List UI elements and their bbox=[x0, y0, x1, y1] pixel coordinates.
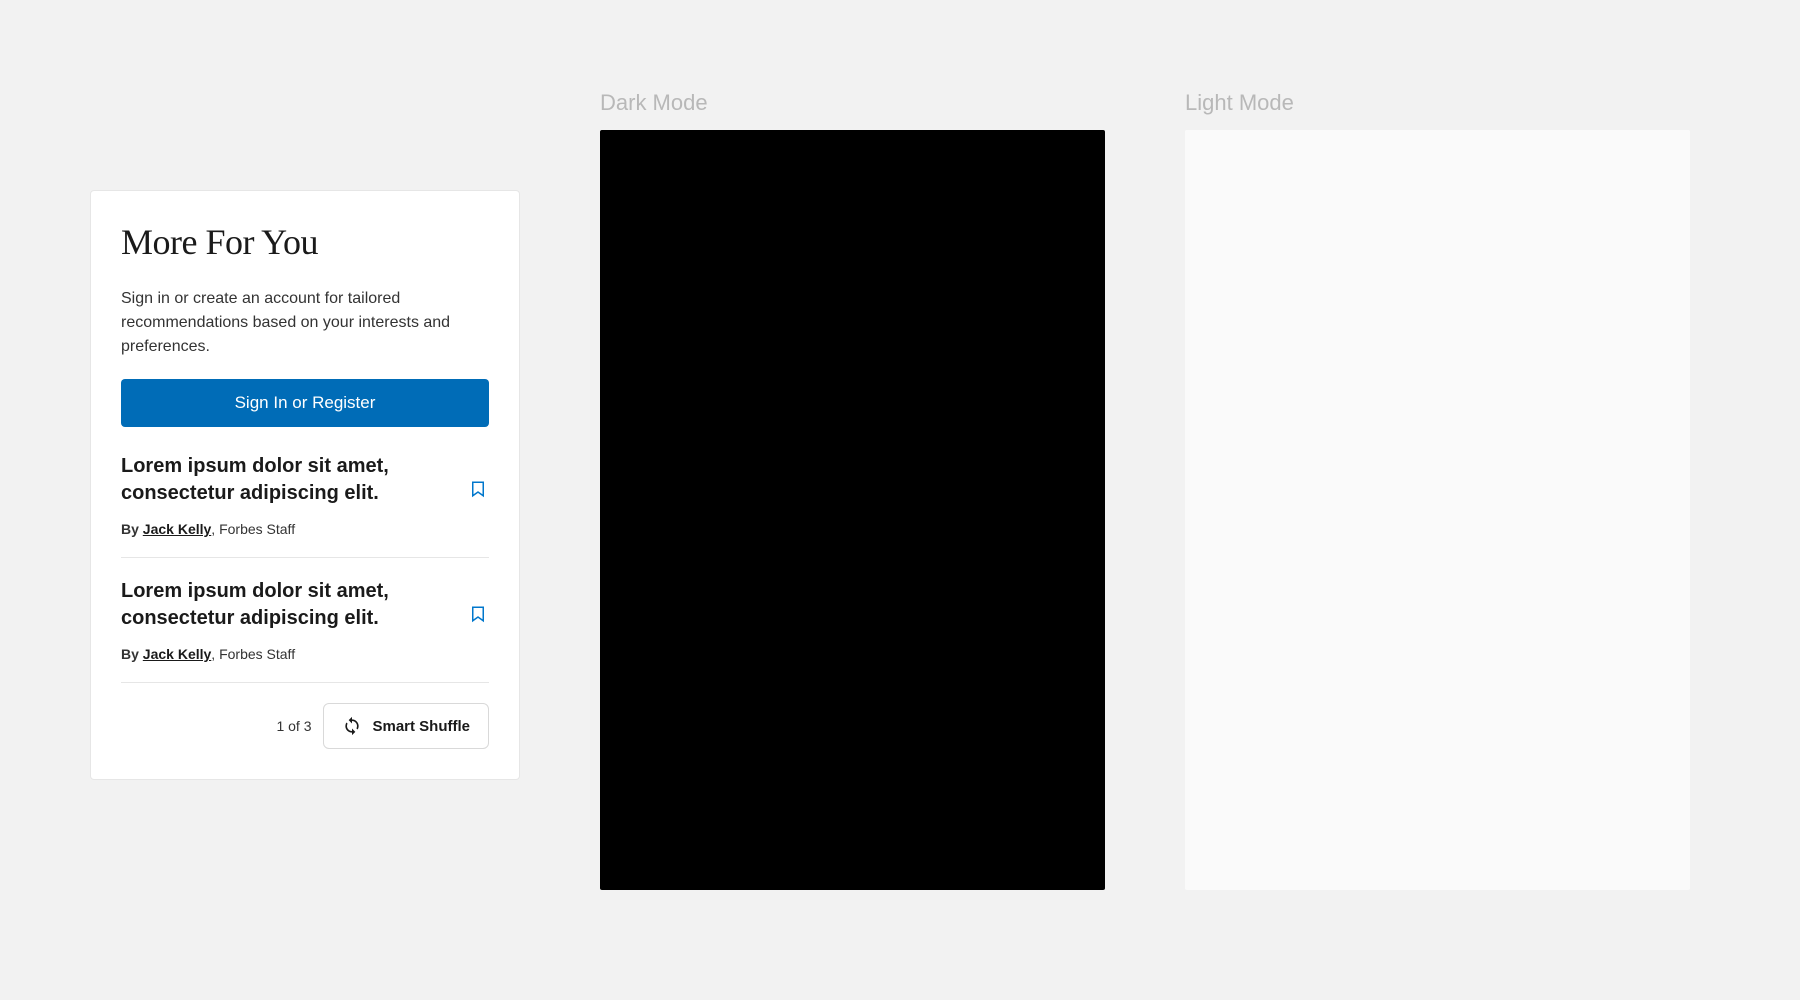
article-byline: By Jack Kelly, Forbes Staff bbox=[121, 521, 449, 537]
article-item: Lorem ipsum dolor sit amet, consectetur … bbox=[121, 453, 489, 558]
card-title: More For You bbox=[121, 221, 489, 263]
author-role: , Forbes Staff bbox=[211, 521, 295, 537]
article-item: Lorem ipsum dolor sit amet, consectetur … bbox=[121, 578, 489, 683]
dark-mode-label: Dark Mode bbox=[600, 90, 1105, 116]
light-mode-preview-column: Light Mode bbox=[1185, 90, 1690, 890]
article-author-link[interactable]: Jack Kelly bbox=[143, 521, 212, 537]
by-prefix: By bbox=[121, 521, 143, 537]
card-footer: 1 of 3 Smart Shuffle bbox=[121, 703, 489, 749]
card-description: Sign in or create an account for tailore… bbox=[121, 287, 489, 359]
article-byline: By Jack Kelly, Forbes Staff bbox=[121, 646, 449, 662]
smart-shuffle-button[interactable]: Smart Shuffle bbox=[323, 703, 489, 749]
dark-mode-panel bbox=[600, 130, 1105, 890]
bookmark-icon[interactable] bbox=[469, 604, 489, 624]
by-prefix: By bbox=[121, 646, 143, 662]
dark-mode-preview-column: Dark Mode bbox=[600, 90, 1105, 890]
more-for-you-card: More For You Sign in or create an accoun… bbox=[90, 190, 520, 780]
article-title[interactable]: Lorem ipsum dolor sit amet, consectetur … bbox=[121, 453, 449, 507]
article-title[interactable]: Lorem ipsum dolor sit amet, consectetur … bbox=[121, 578, 449, 632]
light-mode-label: Light Mode bbox=[1185, 90, 1690, 116]
light-mode-panel bbox=[1185, 130, 1690, 890]
pager-text: 1 of 3 bbox=[276, 718, 311, 734]
bookmark-icon[interactable] bbox=[469, 479, 489, 499]
sign-in-register-button[interactable]: Sign In or Register bbox=[121, 379, 489, 427]
article-author-link[interactable]: Jack Kelly bbox=[143, 646, 212, 662]
author-role: , Forbes Staff bbox=[211, 646, 295, 662]
sync-icon bbox=[342, 716, 362, 736]
shuffle-label: Smart Shuffle bbox=[372, 718, 470, 735]
